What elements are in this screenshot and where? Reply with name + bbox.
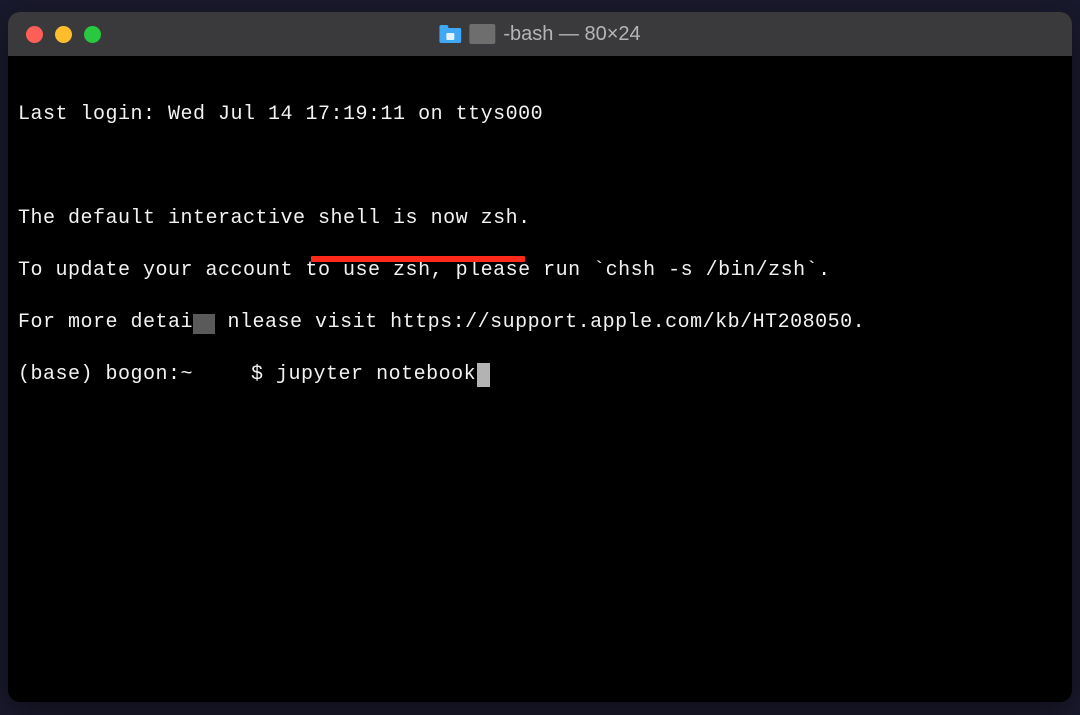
traffic-lights [26,26,101,43]
titlebar[interactable]: -bash — 80×24 [8,12,1072,56]
typed-command: jupyter notebook [276,362,476,388]
title-text: -bash — 80×24 [503,23,640,46]
terminal-window: -bash — 80×24 Last login: Wed Jul 14 17:… [8,12,1072,702]
output-line [18,154,1062,180]
minimize-button[interactable] [55,26,72,43]
close-button[interactable] [26,26,43,43]
redacted-user [193,365,251,385]
window-title: -bash — 80×24 [439,23,640,46]
prompt-dollar: $ [251,362,276,388]
maximize-button[interactable] [84,26,101,43]
prompt-line: (base) bogon:~ $ jupyter notebook [18,362,1062,388]
folder-icon [439,25,461,43]
output-line: To update your account to use zsh, pleas… [18,258,1062,284]
output-line: Last login: Wed Jul 14 17:19:11 on ttys0… [18,102,1062,128]
annotation-underline [311,256,525,262]
output-line: The default interactive shell is now zsh… [18,206,1062,232]
cursor [477,363,490,387]
terminal-content[interactable]: Last login: Wed Jul 14 17:19:11 on ttys0… [8,56,1072,476]
prompt-prefix: (base) bogon:~ [18,362,193,388]
redacted-text [193,314,215,334]
output-line: For more detai nlease visit https://supp… [18,310,1062,336]
redacted-title-part [469,24,495,44]
